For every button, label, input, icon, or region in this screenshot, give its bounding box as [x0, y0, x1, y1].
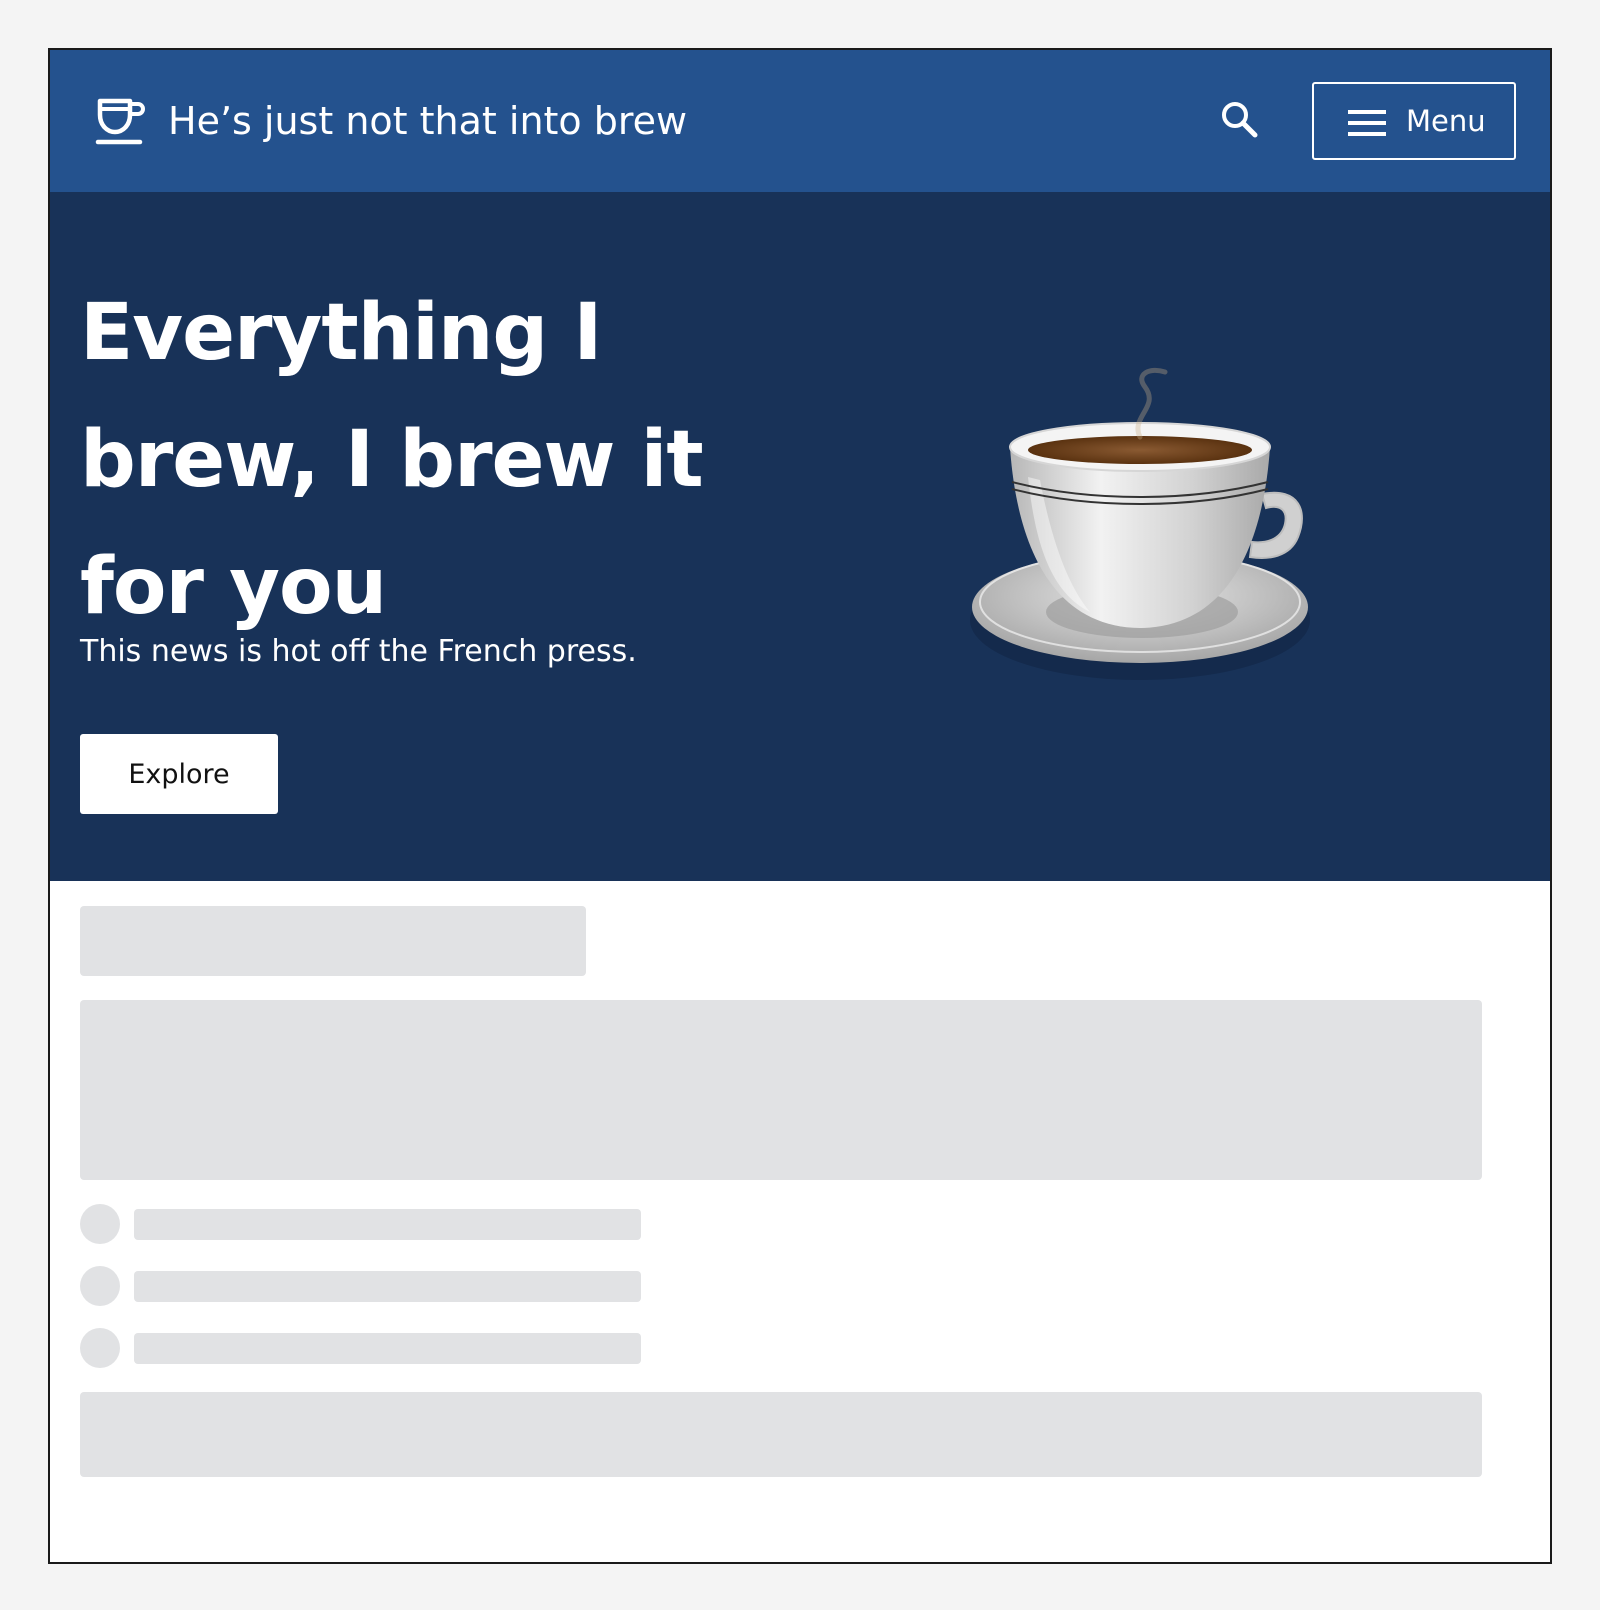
coffee-cup-icon[interactable]: [94, 95, 146, 147]
browser-frame: He’s just not that into brew Menu Everyt…: [48, 48, 1552, 1564]
skeleton-avatar: [80, 1204, 120, 1244]
skeleton-footer-block: [80, 1392, 1482, 1477]
site-title[interactable]: He’s just not that into brew: [168, 96, 687, 146]
hero-banner: Everything I brew, I brew it for you Thi…: [50, 192, 1550, 881]
skeleton-line: [134, 1333, 641, 1364]
search-button[interactable]: [1215, 95, 1265, 145]
skeleton-line: [134, 1271, 641, 1302]
site-header: He’s just not that into brew Menu: [50, 50, 1550, 192]
skeleton-line: [134, 1209, 641, 1240]
skeleton-avatar: [80, 1266, 120, 1306]
search-icon: [1222, 102, 1258, 138]
explore-button[interactable]: Explore: [80, 734, 278, 814]
skeleton-avatar: [80, 1328, 120, 1368]
coffee-cup-illustration: [970, 367, 1310, 680]
menu-button[interactable]: Menu: [1312, 82, 1516, 160]
menu-label: Menu: [1406, 104, 1486, 138]
hero-title: Everything I brew, I brew it for you: [80, 288, 704, 632]
skeleton-heading: [80, 906, 586, 976]
hamburger-menu-icon: [1348, 110, 1386, 136]
hero-subtitle: This news is hot off the French press.: [80, 634, 637, 669]
skeleton-block: [80, 1000, 1482, 1180]
